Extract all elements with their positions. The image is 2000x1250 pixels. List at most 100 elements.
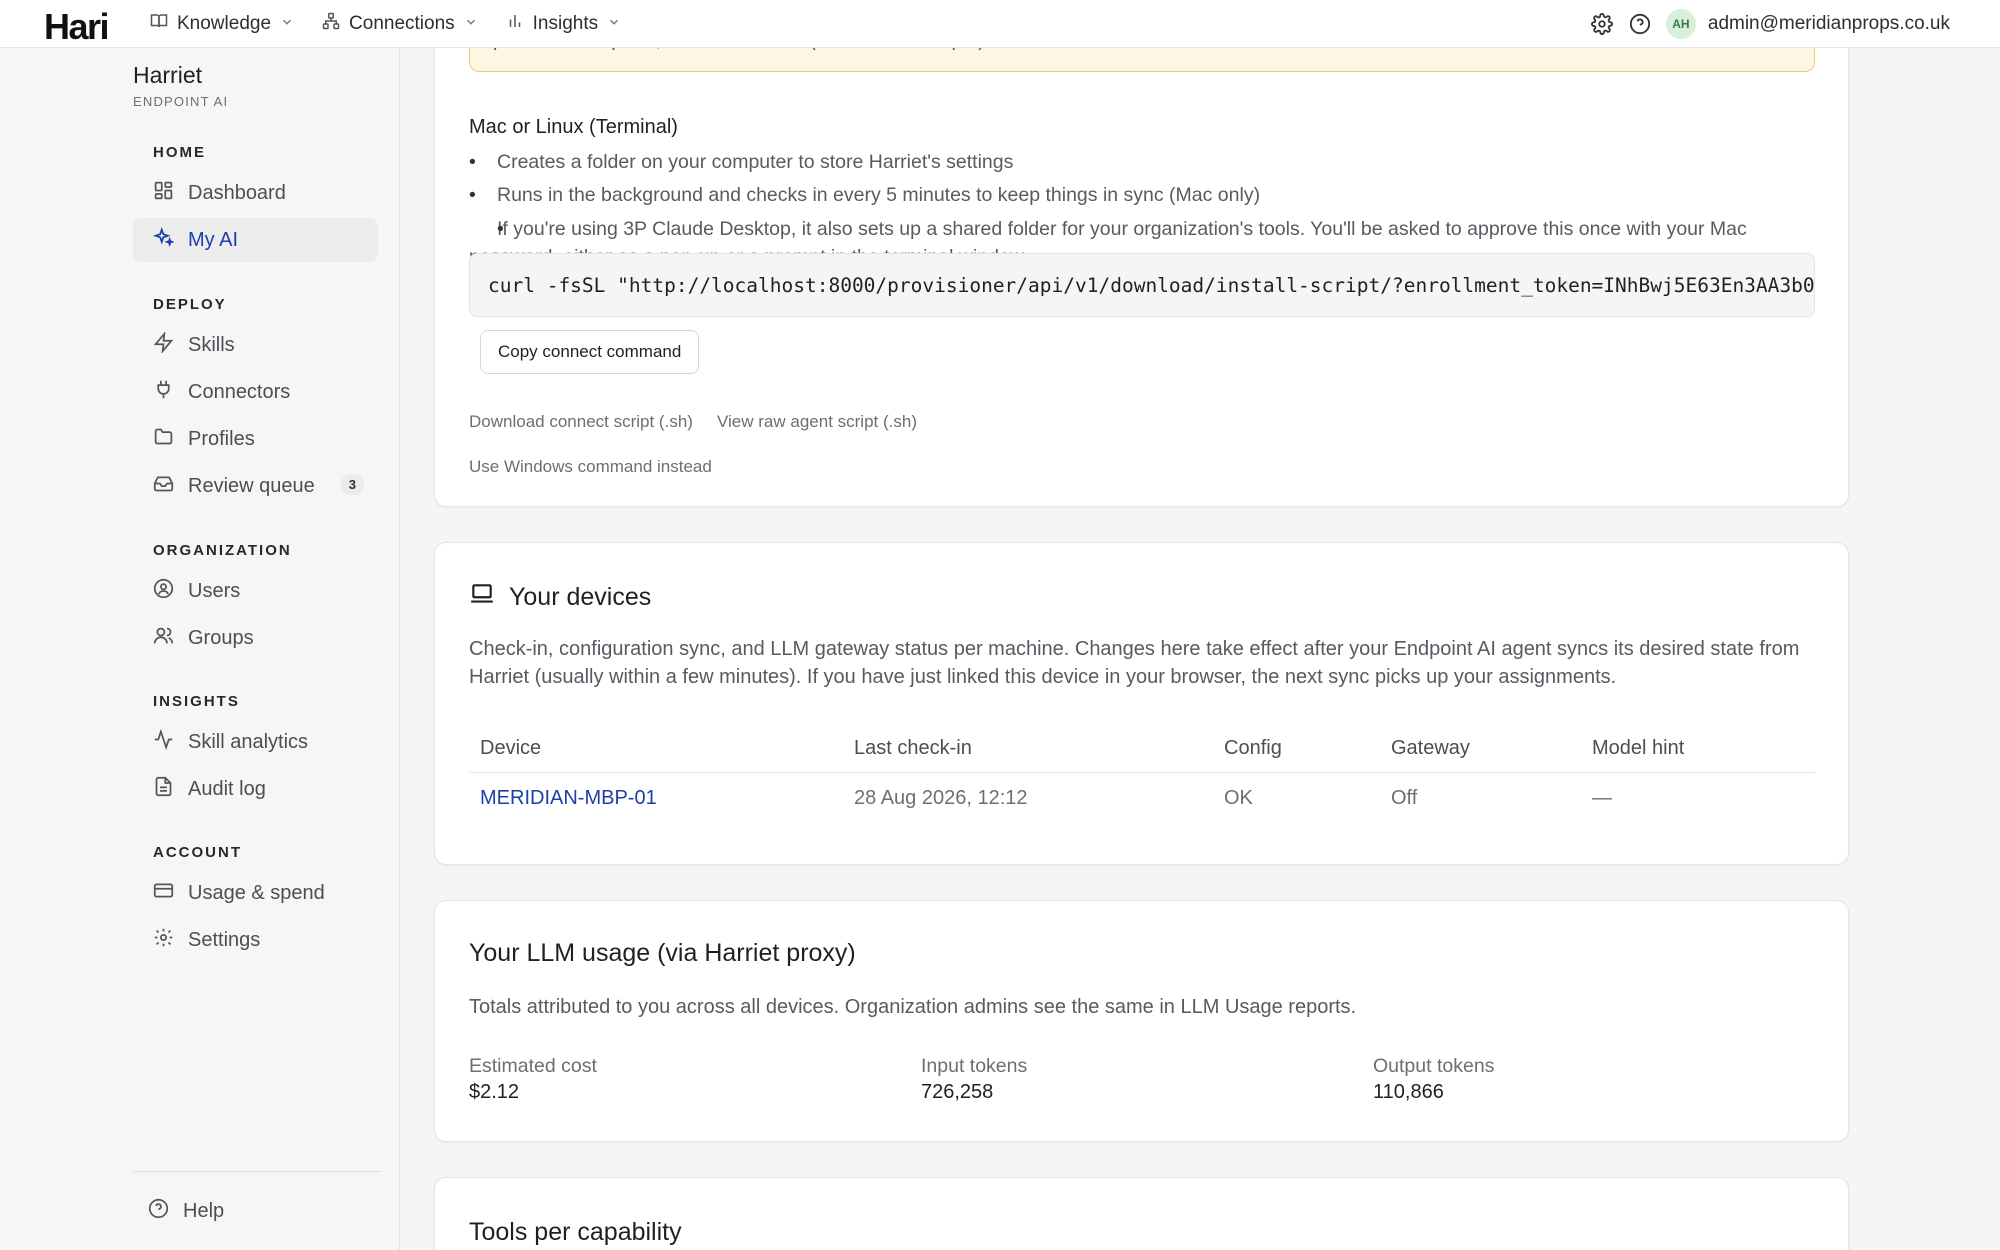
sidebar-item-label: Skills: [188, 333, 235, 356]
devices-title-text: Your devices: [509, 583, 652, 611]
install-heading: Mac or Linux (Terminal): [469, 116, 678, 138]
download-connect-script-link[interactable]: Download connect script (.sh): [469, 412, 693, 432]
book-icon: [150, 12, 168, 36]
sidebar-item-settings[interactable]: Settings: [133, 918, 378, 962]
nav-section-home: HOME Dashboard My AI: [133, 144, 378, 265]
list-item: Runs in the background and checks in eve…: [469, 181, 1815, 209]
sidebar-item-label: Connectors: [188, 380, 291, 403]
device-link[interactable]: MERIDIAN-MBP-01: [480, 787, 657, 809]
metric-label: Output tokens: [1373, 1055, 1495, 1077]
sidebar-item-label: Groups: [188, 626, 254, 649]
sidebar-item-skills[interactable]: Skills: [133, 323, 378, 367]
column-header: Model hint: [1581, 726, 1815, 773]
config-status-cell: OK: [1224, 786, 1253, 809]
chevron-down-icon: [464, 13, 478, 35]
sidebar-item-label: Skill analytics: [188, 730, 309, 753]
section-title: HOME: [153, 144, 206, 161]
install-card: person's computer, use Send invite (Devi…: [434, 0, 1849, 507]
nav-section-insights: INSIGHTS Skill analytics Audit log: [133, 693, 378, 814]
tools-card: Tools per capability: [434, 1177, 1849, 1250]
section-title: ORGANIZATION: [153, 542, 292, 559]
sidebar-item-skill-analytics[interactable]: Skill analytics: [133, 720, 378, 764]
sidebar-item-dashboard[interactable]: Dashboard: [133, 171, 378, 215]
devices-description: Check-in, configuration sync, and LLM ga…: [469, 638, 1800, 688]
last-checkin-cell: 28 Aug 2026, 12:12: [854, 786, 1028, 809]
metric-value: 726,258: [921, 1081, 994, 1103]
nav-section-organization: ORGANIZATION Users Groups: [133, 542, 378, 663]
sparkles-icon: [152, 226, 175, 254]
credit-card-icon: [153, 880, 174, 907]
sidebar-item-profiles[interactable]: Profiles: [133, 417, 378, 461]
usage-title: Your LLM usage (via Harriet proxy): [469, 939, 856, 967]
bar-chart-icon: [506, 12, 524, 36]
sidebar-item-audit-log[interactable]: Audit log: [133, 767, 378, 811]
gear-icon: [153, 927, 174, 954]
sidebar-item-label: Users: [188, 579, 241, 602]
devices-card: Your devices Check-in, configuration syn…: [434, 542, 1849, 865]
file-text-icon: [153, 776, 174, 803]
sidebar-item-users[interactable]: Users: [133, 569, 378, 613]
sidebar-item-label: Usage & spend: [188, 881, 325, 904]
sidebar-item-help[interactable]: Help: [148, 1198, 224, 1225]
inbox-icon: [153, 473, 174, 500]
settings-gear-icon[interactable]: [1590, 12, 1614, 36]
folder-icon: [153, 426, 174, 453]
model-hint-cell: —: [1592, 786, 1612, 809]
connect-command-code[interactable]: curl -fsSL "http://localhost:8000/provis…: [469, 253, 1815, 317]
user-area: AH admin@meridianprops.co.uk: [1590, 0, 1950, 48]
nav-section-account: ACCOUNT Usage & spend Settings: [133, 844, 378, 965]
nav-knowledge-label: Knowledge: [177, 13, 272, 34]
avatar[interactable]: AH: [1665, 9, 1696, 39]
section-title: DEPLOY: [153, 296, 227, 313]
help-circle-icon[interactable]: [1628, 12, 1652, 36]
dashboard-icon: [153, 180, 174, 207]
table-header-row: Device Last check-in Config Gateway Mode…: [469, 726, 1815, 773]
metric-label: Input tokens: [921, 1055, 1028, 1077]
copy-connect-command-button[interactable]: Copy connect command: [480, 330, 700, 374]
lightning-icon: [153, 330, 174, 359]
brand-subtitle: ENDPOINT AI: [133, 94, 229, 109]
laptop-icon: [469, 581, 495, 614]
device-cell: MERIDIAN-MBP-01: [469, 772, 843, 824]
user-circle-icon: [153, 578, 174, 605]
plug-icon: [153, 379, 174, 406]
sidebar-item-label: Dashboard: [188, 181, 286, 204]
column-header: Gateway: [1380, 726, 1581, 773]
metric-input-tokens: Input tokens 726,258: [921, 1055, 1027, 1104]
tools-title: Tools per capability: [469, 1218, 682, 1246]
sidebar: Harriet ENDPOINT AI HOME Dashboard My AI…: [0, 48, 400, 1250]
main-menu: Knowledge Connections Insights: [150, 0, 649, 48]
devices-title: Your devices: [469, 581, 651, 614]
app-logo[interactable]: Hari: [44, 6, 110, 48]
sidebar-item-label: Settings: [188, 928, 261, 951]
table-row: MERIDIAN-MBP-01 28 Aug 2026, 12:12 OK Of…: [469, 772, 1815, 824]
sidebar-item-label: Review queue: [188, 474, 315, 497]
section-title: ACCOUNT: [153, 844, 242, 861]
sidebar-item-label: Help: [183, 1200, 225, 1222]
windows-command-link[interactable]: Use Windows command instead: [469, 457, 712, 477]
sidebar-item-label: Profiles: [188, 427, 255, 450]
user-email[interactable]: admin@meridianprops.co.uk: [1708, 13, 1950, 35]
sidebar-item-connectors[interactable]: Connectors: [133, 370, 378, 414]
top-nav: Hari Knowledge Connections Insights AH a…: [0, 0, 2000, 48]
column-header: Device: [469, 726, 843, 773]
chevron-down-icon: [280, 13, 294, 35]
sidebar-item-my-ai[interactable]: My AI: [133, 218, 378, 262]
usage-description: Totals attributed to you across all devi…: [469, 996, 1357, 1018]
chevron-down-icon: [607, 13, 621, 35]
nav-connections[interactable]: Connections: [322, 12, 478, 36]
network-icon: [322, 12, 340, 36]
sidebar-item-label: Audit log: [188, 777, 266, 800]
sidebar-divider: [133, 1171, 381, 1172]
sidebar-item-groups[interactable]: Groups: [133, 616, 378, 660]
view-raw-agent-script-link[interactable]: View raw agent script (.sh): [717, 412, 917, 432]
sidebar-item-usage-spend[interactable]: Usage & spend: [133, 871, 378, 915]
nav-insights[interactable]: Insights: [506, 12, 621, 36]
sidebar-item-review-queue[interactable]: Review queue 3: [133, 464, 378, 508]
nav-knowledge[interactable]: Knowledge: [150, 12, 294, 36]
column-header: Last check-in: [843, 726, 1213, 773]
nav-section-deploy: DEPLOY Skills Connectors Profiles Review…: [133, 296, 378, 511]
list-item: Creates a folder on your computer to sto…: [469, 148, 1815, 176]
nav-connections-label: Connections: [349, 13, 455, 34]
brand-name: Harriet: [133, 62, 203, 88]
